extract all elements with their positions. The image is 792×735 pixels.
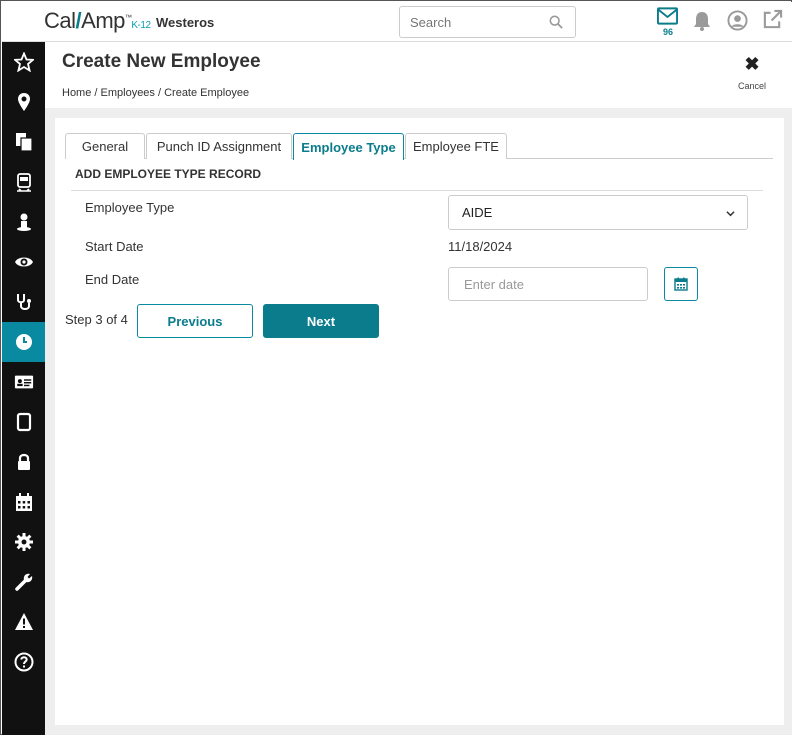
start-date-label: Start Date [85,239,144,254]
section-title: ADD EMPLOYEE TYPE RECORD [75,167,262,181]
logo-suffix: K-12 [131,20,151,31]
mail-icon[interactable] [657,7,678,25]
employee-type-value: AIDE [462,205,493,220]
end-date-label: End Date [85,272,140,287]
person-icon [16,213,31,231]
tablet-icon [16,412,31,432]
documents-icon [15,133,33,152]
bell-icon[interactable] [692,11,712,31]
logo-text-amp: Amp [81,8,125,33]
chevron-down-icon [726,211,735,217]
search-icon[interactable] [549,15,563,29]
sidebar-item-alerts[interactable] [2,602,45,642]
stethoscope-icon [16,294,31,310]
wrench-icon [14,573,32,591]
cancel-button[interactable]: ✖ Cancel [737,55,767,91]
start-date-value: 11/18/2024 [448,239,513,254]
sidebar-item-favorites[interactable] [2,42,45,82]
sidebar-item-help[interactable] [2,642,45,682]
sidebar-item-health[interactable] [2,282,45,322]
end-date-field[interactable] [448,267,648,301]
sidebar-item-security[interactable] [2,442,45,482]
clock-icon [15,334,32,350]
sidebar-item-tools[interactable] [2,562,45,602]
sidebar-item-locations[interactable] [2,82,45,122]
end-date-input[interactable] [449,268,629,300]
employee-type-select[interactable]: AIDE [448,195,748,230]
tab-general[interactable]: General [65,133,145,159]
section-divider [71,190,763,191]
gear-icon [14,533,33,551]
star-icon [13,52,34,72]
step-indicator: Step 3 of 4 [65,312,128,327]
next-button[interactable]: Next [263,304,379,338]
search-box[interactable] [399,6,576,38]
date-picker-button[interactable] [664,267,698,301]
logo-text-cal: Cal [44,8,76,33]
sidebar-item-settings[interactable] [2,522,45,562]
help-icon [14,652,33,672]
external-link-icon[interactable] [762,9,783,30]
sidebar-item-people[interactable] [2,202,45,242]
app-frame: Cal/Amp™K-12 Westeros 96 [0,0,792,735]
message-count-badge: 96 [663,27,674,37]
sidebar-item-devices[interactable] [2,402,45,442]
sidebar-item-visibility[interactable] [2,242,45,282]
id-card-icon [14,375,33,389]
lock-icon [17,453,30,470]
bus-icon [16,173,31,192]
tab-employee-fte[interactable]: Employee FTE [405,133,507,159]
district-name: Westeros [156,15,215,30]
sidebar-item-calendar[interactable] [2,482,45,522]
top-bar: Cal/Amp™K-12 Westeros 96 [2,2,792,42]
warning-icon [14,613,33,630]
page-header: Create New Employee Home / Employees / C… [45,42,792,108]
eye-icon [14,257,33,267]
sidebar-item-time[interactable] [2,322,45,362]
tab-bar: General Punch ID Assignment Employee Typ… [65,133,773,160]
page-title: Create New Employee [62,51,261,72]
previous-button[interactable]: Previous [137,304,253,338]
calendar-icon [15,493,32,511]
tab-employee-type[interactable]: Employee Type [293,133,404,160]
breadcrumb[interactable]: Home / Employees / Create Employee [62,87,249,99]
sidebar-item-documents[interactable] [2,122,45,162]
employee-type-label: Employee Type [85,200,175,215]
search-input[interactable] [400,7,540,37]
calamp-logo[interactable]: Cal/Amp™K-12 [44,8,151,34]
sidebar [2,42,45,735]
location-pin-icon [17,93,30,111]
cancel-label: Cancel [737,81,766,91]
sidebar-item-badges[interactable] [2,362,45,402]
sidebar-item-transportation[interactable] [2,162,45,202]
tab-punch-id-assignment[interactable]: Punch ID Assignment [146,133,292,159]
user-circle-icon[interactable] [727,10,748,31]
close-icon: ✖ [744,54,760,74]
calendar-icon [674,277,688,291]
